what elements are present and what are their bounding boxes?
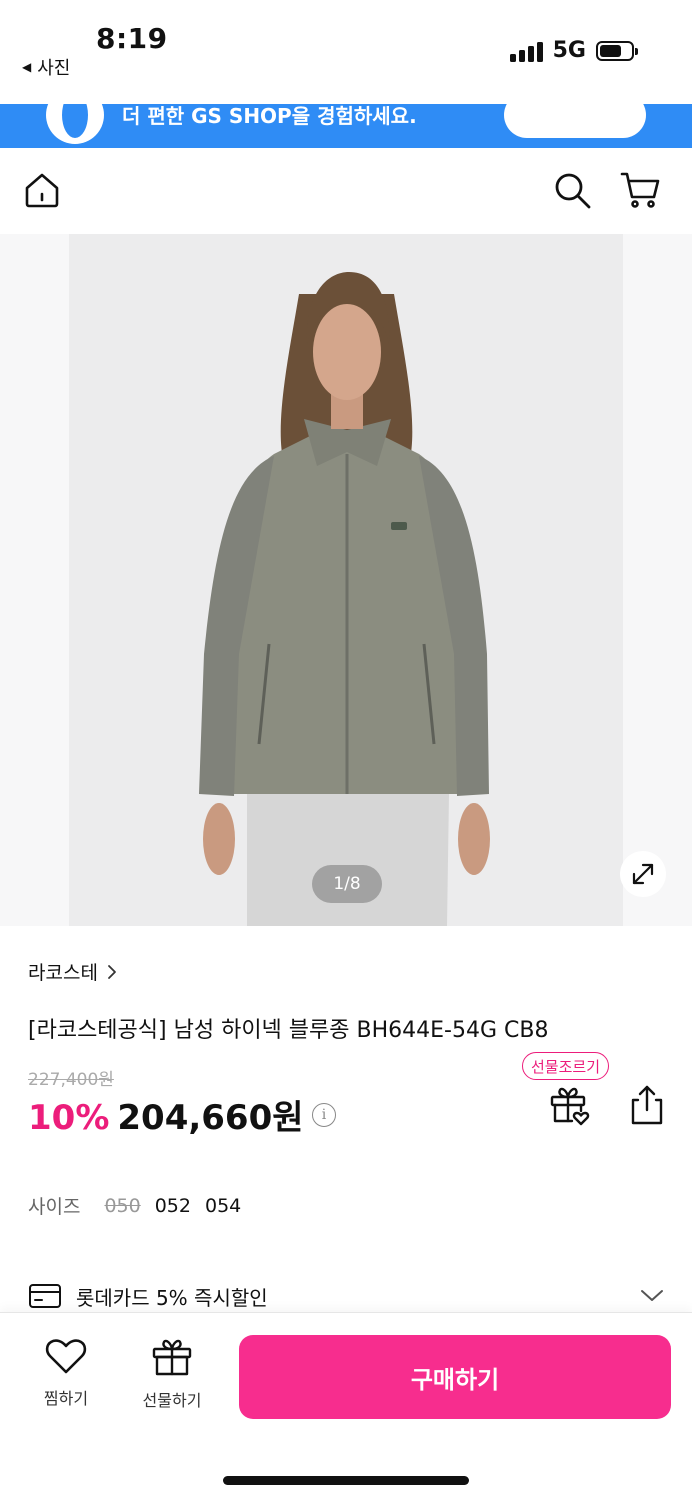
gift-request-badge[interactable]: 선물조르기 — [522, 1052, 610, 1080]
share-icon[interactable] — [628, 1084, 666, 1126]
price-row: 10% 204,660원 — [28, 1090, 304, 1139]
chevron-right-icon — [108, 964, 116, 979]
size-row: 사이즈 050 052 054 — [28, 1192, 241, 1219]
size-option-050: 050 — [104, 1194, 141, 1217]
top-nav — [0, 148, 692, 234]
status-time: 8:19 — [96, 22, 168, 55]
chevron-down-icon — [641, 1290, 663, 1301]
network-type: 5G — [552, 38, 586, 63]
back-triangle-icon: ◀ — [22, 60, 32, 74]
signal-icon — [509, 40, 543, 62]
gift-icon — [152, 1339, 192, 1376]
product-title: [라코스테공식] 남성 하이넥 블루종 BH644E-54G CB8 — [28, 1018, 549, 1043]
gift-label: 선물하기 — [142, 1391, 202, 1410]
buy-button[interactable]: 구매하기 — [239, 1335, 671, 1419]
gift-icon[interactable] — [548, 1084, 590, 1126]
sale-price: 204,660원 — [117, 1098, 304, 1138]
battery-icon — [596, 40, 638, 61]
product-image-carousel[interactable] — [0, 234, 692, 926]
product-image — [69, 234, 623, 926]
discount-rate: 10% — [28, 1098, 110, 1138]
card-icon — [29, 1284, 61, 1308]
gs-shop-logo-icon — [46, 104, 104, 144]
promo-banner[interactable]: 더 편한 GS SHOP을 경험하세요. — [0, 104, 692, 148]
brand-name: 라코스테 — [28, 962, 98, 984]
promo-app-button[interactable] — [504, 104, 646, 138]
image-counter: 1/8 — [312, 865, 382, 903]
size-label: 사이즈 — [28, 1196, 81, 1218]
card-discount-row[interactable]: 롯데카드 5% 즉시할인 — [28, 1280, 664, 1312]
search-icon[interactable] — [552, 170, 592, 210]
gift-button[interactable]: 선물하기 — [130, 1337, 214, 1411]
status-bar: 8:19 ◀ 사진 5G — [0, 0, 692, 104]
expand-icon[interactable] — [620, 851, 666, 897]
bottom-action-bar: 찜하기 선물하기 구매하기 — [0, 1312, 692, 1500]
cart-icon[interactable] — [620, 170, 662, 210]
wishlist-button[interactable]: 찜하기 — [24, 1337, 108, 1409]
heart-icon — [45, 1339, 87, 1374]
original-price: 227,400원 — [28, 1070, 114, 1090]
size-option-054[interactable]: 054 — [205, 1195, 241, 1217]
back-label: 사진 — [37, 58, 71, 79]
status-indicators: 5G — [509, 38, 638, 63]
promo-text: 더 편한 GS SHOP을 경험하세요. — [122, 104, 417, 128]
size-option-052[interactable]: 052 — [155, 1195, 191, 1217]
home-indicator[interactable] — [223, 1476, 469, 1485]
brand-link[interactable]: 라코스테 — [28, 958, 118, 985]
wishlist-label: 찜하기 — [43, 1389, 89, 1408]
back-to-photos-link[interactable]: ◀ 사진 — [22, 54, 70, 80]
home-icon[interactable] — [22, 170, 62, 210]
info-icon[interactable]: i — [312, 1103, 336, 1127]
card-promo-text: 롯데카드 5% 즉시할인 — [76, 1285, 268, 1310]
